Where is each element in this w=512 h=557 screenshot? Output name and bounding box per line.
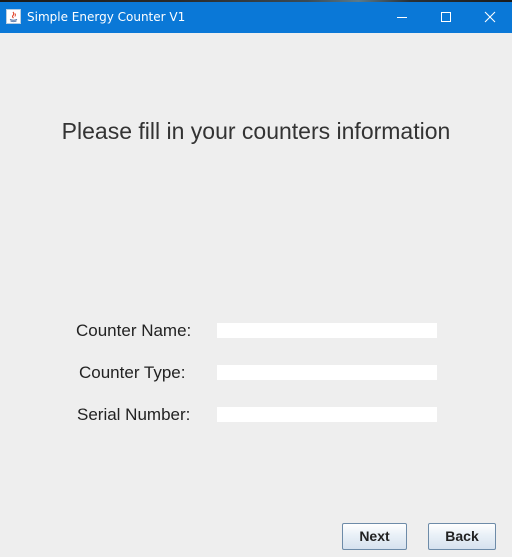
maximize-icon xyxy=(441,12,451,22)
counter-name-label: Counter Name: xyxy=(76,321,192,340)
form-panel: Please fill in your counters information… xyxy=(0,33,512,557)
minimize-icon xyxy=(397,17,407,18)
serial-number-label: Serial Number: xyxy=(77,405,191,424)
window-title: Simple Energy Counter V1 xyxy=(27,10,186,24)
application-window: Simple Energy Counter V1 Please fill in … xyxy=(0,0,512,557)
minimize-button[interactable] xyxy=(380,2,424,33)
back-button[interactable]: Back xyxy=(428,523,496,550)
counter-type-input[interactable] xyxy=(217,365,437,380)
counter-type-label: Counter Type: xyxy=(79,363,186,382)
java-app-icon[interactable] xyxy=(6,9,21,24)
counter-name-input[interactable] xyxy=(217,323,437,338)
maximize-button[interactable] xyxy=(424,2,468,33)
close-icon xyxy=(484,11,496,23)
title-bar[interactable]: Simple Energy Counter V1 xyxy=(0,2,512,33)
page-title: Please fill in your counters information xyxy=(61,118,451,144)
serial-number-input[interactable] xyxy=(217,407,437,422)
next-button[interactable]: Next xyxy=(342,523,407,550)
close-button[interactable] xyxy=(468,2,512,33)
